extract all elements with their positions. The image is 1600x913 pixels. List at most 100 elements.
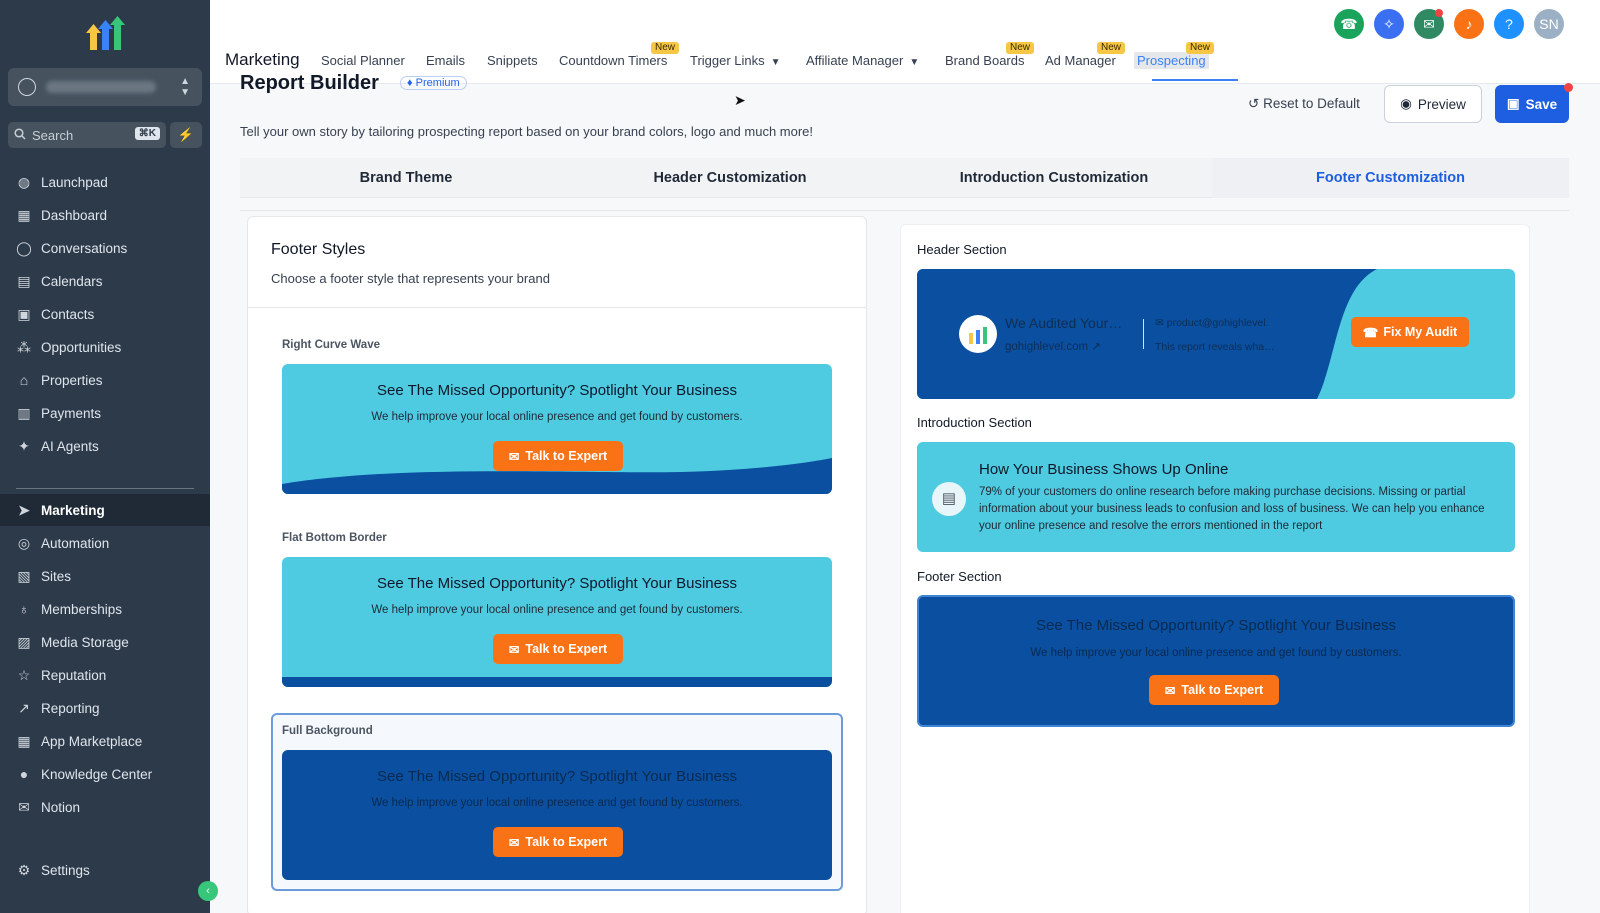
sidebar-item-conversations[interactable]: ◯ Conversations (0, 232, 210, 264)
funnel-icon: ⁂ (17, 338, 31, 355)
sidebar-item-memberships[interactable]: ♁ Memberships (0, 593, 210, 625)
sidebar-item-reputation[interactable]: ☆ Reputation (0, 659, 210, 691)
sidebar-item-reporting[interactable]: ↗ Reporting (0, 692, 210, 724)
brand-logo (959, 315, 997, 353)
tab-footer-customization[interactable]: Footer Customization (1212, 158, 1569, 198)
sidebar-item-marketing[interactable]: ➤ Marketing (0, 494, 210, 526)
account-switcher[interactable]: ▲ ▼ (8, 68, 202, 106)
tab-snippets[interactable]: Snippets (487, 53, 538, 68)
talk-to-expert-button[interactable]: ✉ Talk to Expert (493, 441, 623, 471)
preview-button[interactable]: ◉ Preview (1384, 85, 1482, 123)
footer-style-right-curve-wave[interactable]: See The Missed Opportunity? Spotlight Yo… (282, 364, 832, 494)
mail-icon: ✉ (1155, 317, 1164, 329)
header-url: gohighlevel.com ↗ (1005, 339, 1101, 353)
style-label: Full Background (282, 725, 373, 737)
header-report-text: This report reveals wha… (1155, 341, 1275, 353)
sidebar-item-label: Calendars (41, 273, 103, 289)
tab-header-customization[interactable]: Header Customization (564, 158, 896, 198)
cta-label: Fix My Audit (1383, 325, 1458, 339)
tab-introduction-customization[interactable]: Introduction Customization (888, 158, 1220, 198)
sidebar-item-launchpad[interactable]: ◍ Launchpad (0, 166, 210, 198)
sidebar-item-label: App Marketplace (41, 733, 143, 749)
save-label: Save (1525, 96, 1558, 112)
footer-style-flat-bottom-border[interactable]: See The Missed Opportunity? Spotlight Yo… (282, 557, 832, 687)
tab-brand-theme[interactable]: Brand Theme (240, 158, 572, 198)
sidebar-item-dashboard[interactable]: ▦ Dashboard (0, 199, 210, 231)
sidebar-item-label: Launchpad (41, 174, 108, 190)
talk-to-expert-button[interactable]: ✉ Talk to Expert (493, 634, 623, 664)
tab-countdown-timers[interactable]: Countdown Timers (559, 53, 667, 68)
reset-icon: ↺ (1248, 96, 1260, 111)
info-icon: ● (19, 766, 29, 782)
document-search-icon: ▤ (932, 482, 966, 516)
flat-bottom-border (282, 677, 832, 687)
phone-icon[interactable]: ☎ (1334, 9, 1364, 39)
help-icon[interactable]: ? (1494, 9, 1524, 39)
tab-label: Prospecting (1137, 53, 1206, 68)
tab-label: Affiliate Manager (806, 53, 904, 68)
sidebar-item-app-marketplace[interactable]: ▦ App Marketplace (0, 725, 210, 757)
tab-prospecting[interactable]: Prospecting (1134, 52, 1209, 69)
tab-brand-boards[interactable]: Brand Boards (945, 53, 1025, 68)
sidebar-item-ai-agents[interactable]: ✦ AI Agents (0, 430, 210, 462)
sidebar-item-label: Reputation (41, 667, 107, 683)
account-name-blurred (46, 81, 156, 93)
main-content: Report Builder ♦ Premium ↺ Reset to Defa… (210, 72, 1600, 913)
tab-ad-manager[interactable]: Ad Manager (1045, 53, 1116, 68)
bell-icon[interactable]: ♪ (1454, 9, 1484, 39)
sidebar-item-label: Contacts (41, 306, 95, 322)
page-description: Tell your own story by tailoring prospec… (240, 124, 814, 139)
tab-label: Snippets (487, 53, 538, 68)
footer-styles-title: Footer Styles (271, 241, 366, 258)
send-icon: ➤ (18, 501, 30, 518)
mouse-cursor-icon: ➤ (734, 92, 746, 108)
reset-to-default-button[interactable]: ↺ Reset to Default (1248, 96, 1360, 112)
avatar[interactable]: SN (1534, 9, 1564, 39)
cta-label: Talk to Expert (525, 449, 608, 463)
mail-icon: ✉ (508, 642, 520, 657)
sidebar-item-properties[interactable]: ⌂ Properties (0, 364, 210, 396)
notification-dot (1435, 9, 1443, 17)
sidebar-item-label: Memberships (41, 601, 123, 617)
sidebar-item-label: Automation (41, 535, 110, 551)
sidebar-item-contacts[interactable]: ▣ Contacts (0, 298, 210, 330)
style-label: Right Curve Wave (282, 339, 380, 351)
sidebar-item-opportunities[interactable]: ⁂ Opportunities (0, 331, 210, 363)
fix-my-audit-button[interactable]: ☎ Fix My Audit (1351, 317, 1469, 347)
tab-social-planner[interactable]: Social Planner (321, 53, 405, 68)
home-icon: ⌂ (19, 372, 29, 388)
sidebar-item-settings[interactable]: ⚙ Settings (0, 854, 210, 886)
chevron-updown-icon: ▲ ▼ (180, 76, 190, 98)
calendar-icon: ▤ (17, 272, 31, 289)
app-logo[interactable] (86, 16, 126, 52)
ai-sparkle-icon[interactable]: ✧ (1374, 9, 1404, 39)
sidebar-item-media-storage[interactable]: ▨ Media Storage (0, 626, 210, 658)
header-url-text: gohighlevel.com (1005, 341, 1089, 353)
sidebar-item-calendars[interactable]: ▤ Calendars (0, 265, 210, 297)
sidebar-item-label: Payments (41, 405, 102, 421)
footer-style-full-background[interactable]: See The Missed Opportunity? Spotlight Yo… (282, 750, 832, 880)
sidebar-item-automation[interactable]: ◎ Automation (0, 527, 210, 559)
quick-action-bolt-icon[interactable]: ⚡ (170, 122, 202, 148)
talk-to-expert-button[interactable]: ✉ Talk to Expert (493, 827, 623, 857)
sidebar-item-label: Sites (41, 568, 72, 584)
tab-affiliate-manager[interactable]: Affiliate Manager ▼ (806, 53, 919, 68)
phone-icon: ☎ (1362, 325, 1379, 340)
sidebar-item-payments[interactable]: ▥ Payments (0, 397, 210, 429)
sidebar-item-label: Knowledge Center (41, 766, 153, 782)
sidebar-item-label: Notion (41, 799, 81, 815)
footer-card-subtitle: We help improve your local online presen… (1030, 647, 1402, 659)
sidebar-item-knowledge-center[interactable]: ● Knowledge Center (0, 758, 210, 790)
tab-emails[interactable]: Emails (426, 53, 465, 68)
mail-icon: ✉ (508, 449, 520, 464)
star-icon: ☆ (17, 666, 31, 683)
sidebar-item-sites[interactable]: ▧ Sites (0, 560, 210, 592)
talk-to-expert-button[interactable]: ✉ Talk to Expert (1149, 675, 1279, 705)
footer-card-subtitle: We help improve your local online presen… (371, 797, 743, 809)
save-button[interactable]: ▣ Save (1495, 83, 1573, 123)
search-input[interactable]: Search ⌘K (8, 122, 166, 148)
search-shortcut: ⌘K (134, 127, 160, 140)
tab-trigger-links[interactable]: Trigger Links ▼ (690, 53, 781, 68)
megaphone-icon[interactable]: ✉ (1414, 9, 1444, 39)
sidebar-item-notion[interactable]: ✉ Notion (0, 791, 210, 823)
